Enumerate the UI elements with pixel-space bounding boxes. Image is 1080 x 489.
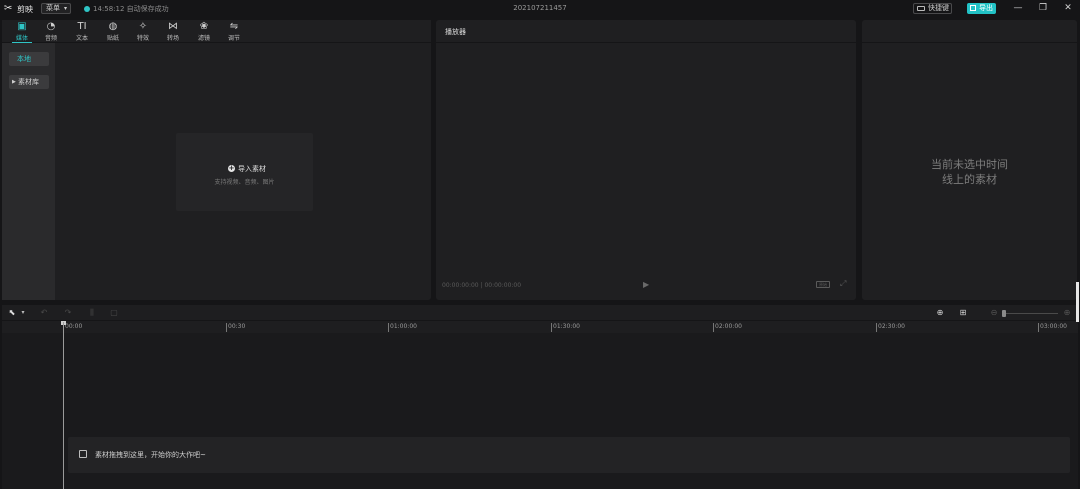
tab-label: 滤镜 xyxy=(197,35,210,42)
player-title: 播放器 xyxy=(445,28,466,36)
empty-message-line: 当前未选中时间 xyxy=(931,158,1008,171)
sticker-icon: ◍ xyxy=(108,21,118,32)
tab-sticker[interactable]: ◍ 贴纸 xyxy=(100,21,126,43)
empty-message-line: 线上的素材 xyxy=(942,173,997,186)
shortcut-button[interactable]: 快捷键 xyxy=(913,3,952,14)
media-icon: ▣ xyxy=(17,21,27,32)
maximize-button[interactable]: ❐ xyxy=(1037,2,1049,14)
export-icon xyxy=(970,5,976,11)
tab-audio[interactable]: ◔ 音频 xyxy=(38,21,64,43)
media-tabs: ▣ 媒体 ◔ 音频 TI 文本 ◍ 贴纸 ✧ 特效 ⋈ 转场 ❀ 滤镜 ⇋ 调节 xyxy=(2,20,431,43)
time-ruler[interactable]: 00:00 00:30 01:00:00 01:30:00 02:00:00 0… xyxy=(2,321,1078,333)
title-bar: ✂ 剪映 菜单 ▾ 14:58:12 自动保存成功 202107211457 快… xyxy=(0,0,1080,18)
drop-hint: 素材拖拽到这里，开始你的大作吧~ xyxy=(95,451,206,459)
split-clip-icon[interactable]: ⫼ xyxy=(86,307,98,318)
filter-icon: ❀ xyxy=(199,21,209,32)
delete-icon[interactable]: ▢ xyxy=(108,307,120,318)
properties-panel: 当前未选中时间 线上的素材 xyxy=(862,20,1077,300)
transition-icon: ⋈ xyxy=(168,21,178,32)
ruler-tick: 03:00:00 xyxy=(1038,323,1067,332)
linkage-icon[interactable]: ⊞ xyxy=(957,307,969,318)
zoom-slider-handle[interactable] xyxy=(1002,310,1006,317)
sidebar-item-local[interactable]: 本地 xyxy=(9,52,49,66)
close-button[interactable]: ✕ xyxy=(1062,2,1074,14)
fullscreen-icon[interactable]: ⤢ xyxy=(840,279,846,289)
plus-icon: + xyxy=(228,164,235,172)
edge-scroll-handle[interactable] xyxy=(1076,282,1079,322)
track-headers xyxy=(2,333,62,489)
player-header: 播放器 xyxy=(436,20,856,43)
sidebar-item-library[interactable]: ▶ 素材库 xyxy=(9,75,49,89)
tab-label: 文本 xyxy=(75,35,88,42)
shortcut-label: 快捷键 xyxy=(928,4,949,12)
text-icon: TI xyxy=(77,21,87,32)
tab-label: 音频 xyxy=(44,35,57,42)
properties-empty-message: 当前未选中时间 线上的素材 xyxy=(862,157,1077,187)
zoom-out-icon[interactable]: ⊖ xyxy=(988,307,1000,318)
ruler-tick: 02:30:00 xyxy=(876,323,905,332)
caret-right-icon: ▶ xyxy=(12,79,16,85)
play-icon[interactable]: ▶ xyxy=(643,280,649,289)
main-track-drop-zone[interactable]: 素材拖拽到这里，开始你的大作吧~ xyxy=(68,437,1070,473)
chevron-down-icon[interactable]: ▾ xyxy=(17,307,29,318)
import-media-button[interactable]: + 导入素材 支持视频、音频、图片 xyxy=(176,133,313,211)
undo-icon[interactable]: ↶ xyxy=(38,307,50,318)
keyboard-icon xyxy=(917,6,925,11)
import-hint: 支持视频、音频、图片 xyxy=(214,179,275,186)
tab-transition[interactable]: ⋈ 转场 xyxy=(160,21,186,43)
magnet-snap-icon[interactable]: ⊕ xyxy=(934,307,946,318)
tab-filter[interactable]: ❀ 滤镜 xyxy=(191,21,217,43)
properties-header xyxy=(862,20,1077,43)
media-panel: ▣ 媒体 ◔ 音频 TI 文本 ◍ 贴纸 ✧ 特效 ⋈ 转场 ❀ 滤镜 ⇋ 调节 xyxy=(2,20,431,300)
zoom-in-icon[interactable]: ⊕ xyxy=(1061,307,1073,318)
redo-icon[interactable]: ↷ xyxy=(62,307,74,318)
tab-label: 贴纸 xyxy=(106,35,119,42)
tab-label: 调节 xyxy=(227,35,240,42)
tab-media[interactable]: ▣ 媒体 xyxy=(9,21,35,43)
film-icon xyxy=(79,450,87,458)
ruler-tick: 02:00:00 xyxy=(713,323,742,332)
ruler-tick: 01:30:00 xyxy=(551,323,580,332)
timeline-panel: ⬉ ▾ ↶ ↷ ⫼ ▢ ⊕ ⊞ ⊖ ⊕ 00:00 00:30 01:00:00… xyxy=(2,305,1078,489)
zoom-slider-track[interactable] xyxy=(1002,313,1058,314)
ruler-tick: 01:00:00 xyxy=(388,323,417,332)
adjust-icon: ⇋ xyxy=(229,21,239,32)
minimize-button[interactable]: — xyxy=(1012,2,1024,14)
tab-label: 特效 xyxy=(136,35,149,42)
import-label: 导入素材 xyxy=(238,165,266,173)
sidebar-item-label: 素材库 xyxy=(18,78,39,86)
tab-label: 媒体 xyxy=(15,35,28,42)
aspect-ratio-button[interactable]: 原始 xyxy=(816,281,830,288)
audio-icon: ◔ xyxy=(46,21,56,32)
timeline-toolbar: ⬉ ▾ ↶ ↷ ⫼ ▢ ⊕ ⊞ ⊖ ⊕ xyxy=(2,305,1078,321)
tab-adjust[interactable]: ⇋ 调节 xyxy=(221,21,247,43)
tab-label: 转场 xyxy=(166,35,179,42)
media-sidebar: 本地 ▶ 素材库 xyxy=(2,43,55,300)
player-timecode: 00:00:00:00 | 00:00:00:00 xyxy=(442,282,522,289)
player-panel: 播放器 00:00:00:00 | 00:00:00:00 ▶ 原始 ⤢ xyxy=(436,20,856,300)
export-button[interactable]: 导出 xyxy=(967,3,996,14)
effects-icon: ✧ xyxy=(138,21,148,32)
tab-effects[interactable]: ✧ 特效 xyxy=(130,21,156,43)
playhead[interactable] xyxy=(63,322,64,489)
ruler-tick: 00:30 xyxy=(226,323,246,332)
tab-text[interactable]: TI 文本 xyxy=(69,21,95,43)
export-label: 导出 xyxy=(979,4,993,12)
